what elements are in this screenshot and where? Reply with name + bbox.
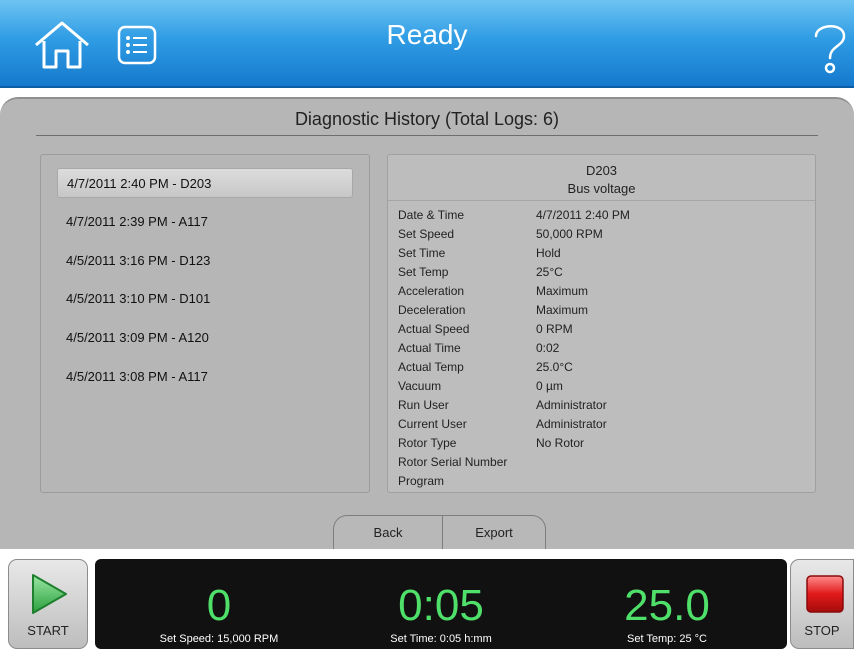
diagnostic-panel: Diagnostic History (Total Logs: 6) 4/7/2… (0, 97, 854, 551)
detail-value: No Rotor (536, 436, 585, 450)
detail-row: Vacuum 0 µm (398, 377, 798, 396)
start-button[interactable]: START (8, 559, 88, 649)
log-list-item-5[interactable]: 4/5/2011 3:09 PM - A120 (57, 323, 353, 353)
question-icon (814, 25, 846, 74)
error-code: D203 (585, 163, 618, 178)
detail-row: Actual Temp 25.0°C (398, 358, 798, 377)
detail-value: Administrator (536, 417, 607, 431)
run-display: 0 Set Speed: 15,000 RPM 0:05 Set Time: 0… (95, 559, 787, 649)
detail-value: 25°C (536, 265, 563, 279)
detail-key: Current User (398, 417, 467, 431)
export-button[interactable]: Export (442, 515, 546, 551)
stop-label: STOP (804, 623, 840, 638)
log-list[interactable]: 4/7/2011 2:40 PM - D203 4/7/2011 2:39 PM… (40, 154, 370, 493)
detail-row: Program (398, 472, 798, 491)
detail-row: Rotor Type No Rotor (398, 434, 798, 453)
detail-value: Hold (536, 246, 561, 260)
detail-key: Vacuum (398, 379, 442, 393)
detail-value: 0 µm (536, 379, 563, 393)
page-title: Diagnostic History (Total Logs: 6) (294, 109, 560, 129)
log-list-item-6[interactable]: 4/5/2011 3:08 PM - A117 (57, 362, 353, 392)
detail-value: 25.0°C (536, 360, 573, 374)
log-list-item-4[interactable]: 4/5/2011 3:10 PM - D101 (57, 284, 353, 314)
detail-row: Run User Administrator (398, 396, 798, 415)
run-control-bar: START 0 Set Speed: 15,000 RPM 0:05 Set T… (0, 549, 854, 649)
detail-key: Run User (398, 398, 449, 412)
detail-row: Current User Administrator (398, 415, 798, 434)
detail-row: Deceleration Maximum (398, 301, 798, 320)
error-description: Bus voltage (567, 181, 636, 196)
time-value: 0:05 (398, 581, 484, 630)
detail-row: Set Time Hold (398, 244, 798, 263)
set-speed-label: Set Speed: 15,000 RPM (159, 633, 279, 645)
set-time-label: Set Time: 0:05 h:mm (390, 633, 492, 645)
detail-row: Actual Time 0:02 (398, 339, 798, 358)
detail-value: 4/7/2011 2:40 PM (536, 208, 630, 222)
status-title: Ready (386, 19, 468, 50)
detail-key: Rotor Serial Number (398, 455, 508, 469)
log-list-item-2[interactable]: 4/7/2011 2:39 PM - A117 (57, 207, 353, 237)
detail-key: Actual Time (398, 341, 461, 355)
detail-value: Maximum (536, 284, 589, 298)
detail-key: Actual Temp (398, 360, 464, 374)
temp-value: 25.0 (624, 581, 710, 630)
detail-key: Deceleration (398, 303, 466, 317)
speed-value: 0 (206, 581, 232, 630)
set-temp-label: Set Temp: 25 °C (626, 633, 707, 645)
play-icon (32, 574, 67, 614)
detail-key: Actual Speed (398, 322, 470, 336)
log-list-item-1[interactable]: 4/7/2011 2:40 PM - D203 (57, 168, 353, 198)
header-bar: Ready (0, 0, 854, 88)
detail-row: Date & Time 4/7/2011 2:40 PM (398, 206, 798, 225)
detail-key: Set Time (398, 246, 446, 260)
log-list-item-3[interactable]: 4/5/2011 3:16 PM - D123 (57, 246, 353, 276)
detail-row: Acceleration Maximum (398, 282, 798, 301)
detail-key: Date & Time (398, 208, 465, 222)
stop-button[interactable]: STOP (790, 559, 854, 649)
detail-key: Set Speed (398, 227, 455, 241)
help-button[interactable] (810, 18, 850, 76)
detail-key: Acceleration (398, 284, 465, 298)
detail-row: Set Temp 25°C (398, 263, 798, 282)
detail-key: Set Temp (398, 265, 449, 279)
detail-row: Set Speed 50,000 RPM (398, 225, 798, 244)
title-divider (36, 135, 818, 136)
detail-value: 0:02 (536, 341, 560, 355)
detail-divider (388, 200, 815, 201)
detail-key: Program (398, 474, 445, 488)
detail-value: 50,000 RPM (536, 227, 603, 241)
detail-value: 0 RPM (536, 322, 573, 336)
detail-value: Administrator (536, 398, 607, 412)
detail-value: Maximum (536, 303, 589, 317)
log-detail-panel: D203 Bus voltage Date & Time 4/7/2011 2:4… (387, 154, 816, 493)
back-button[interactable]: Back (333, 515, 443, 551)
detail-key: Rotor Type (398, 436, 457, 450)
detail-row: Rotor Serial Number (398, 453, 798, 472)
detail-row: Actual Speed 0 RPM (398, 320, 798, 339)
start-label: START (27, 623, 69, 638)
stop-icon (806, 575, 844, 613)
